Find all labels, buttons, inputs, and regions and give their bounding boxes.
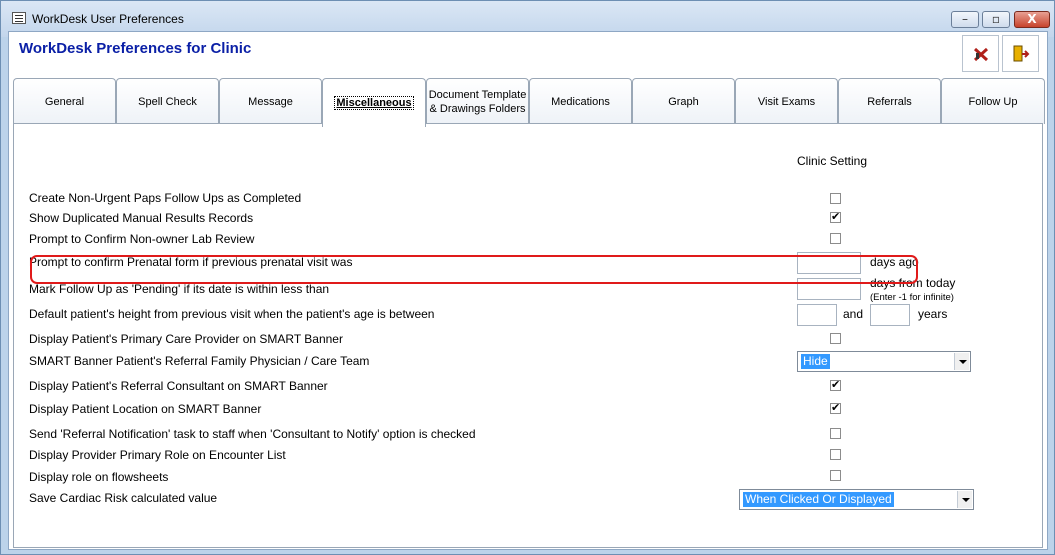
followup-days-field[interactable]: [797, 278, 861, 300]
clinic-setting-header: Clinic Setting: [797, 154, 868, 168]
tab-label: Referrals: [867, 95, 912, 108]
cardiac-risk-dropdown[interactable]: When Clicked Or Displayed: [739, 489, 974, 510]
prenatal-days-field[interactable]: [797, 252, 861, 274]
infinite-hint: (Enter -1 for infinite): [870, 292, 954, 303]
setting-label: Send 'Referral Notification' task to sta…: [29, 427, 476, 441]
chevron-down-icon[interactable]: [954, 353, 969, 370]
discard-button[interactable]: [962, 35, 999, 72]
tab-label: Graph: [668, 95, 699, 108]
setting-label: Save Cardiac Risk calculated value: [29, 491, 218, 505]
preferences-window: WorkDesk User Preferences – ▫ X WorkDesk…: [0, 0, 1055, 555]
tab-general[interactable]: General: [13, 78, 116, 124]
setting-checkbox[interactable]: [830, 470, 841, 481]
days-ago-label: days ago: [870, 255, 919, 269]
setting-label: Display Patient's Referral Consultant on…: [29, 379, 328, 393]
dropdown-value: Hide: [801, 354, 830, 369]
page-title: WorkDesk Preferences for Clinic: [19, 40, 252, 57]
and-label: and: [843, 307, 864, 321]
tab-referrals[interactable]: Referrals: [838, 78, 941, 124]
maximize-button[interactable]: ▫: [982, 11, 1010, 28]
tab-label-line2: & Drawings Folders: [429, 102, 526, 115]
setting-checkbox[interactable]: [830, 233, 841, 244]
setting-checkbox[interactable]: [830, 210, 841, 223]
setting-checkbox[interactable]: [830, 333, 841, 344]
setting-checkbox[interactable]: [830, 449, 841, 460]
setting-label: Display Patient's Primary Care Provider …: [29, 332, 343, 346]
tab-label: Document Template: [428, 88, 527, 101]
tab-strip: General Spell Check Message Miscellaneou…: [13, 78, 1049, 127]
setting-checkbox[interactable]: [830, 428, 841, 439]
setting-label: Create Non-Urgent Paps Follow Ups as Com…: [29, 191, 302, 205]
close-button[interactable]: X: [1014, 11, 1050, 28]
tab-label: Follow Up: [968, 95, 1018, 108]
tab-label: Miscellaneous: [334, 96, 414, 110]
setting-checkbox[interactable]: [830, 401, 841, 414]
discard-icon: [973, 47, 989, 62]
referral-physician-dropdown[interactable]: Hide: [797, 351, 971, 372]
client-area: WorkDesk Preferences for Clinic General …: [8, 31, 1048, 550]
setting-label: SMART Banner Patient's Referral Family P…: [29, 354, 370, 368]
tab-document-template[interactable]: Document Template & Drawings Folders: [426, 78, 529, 124]
save-exit-button[interactable]: [1002, 35, 1039, 72]
tab-graph[interactable]: Graph: [632, 78, 735, 124]
chevron-down-icon[interactable]: [957, 491, 972, 508]
tab-message[interactable]: Message: [219, 78, 322, 124]
tab-spell-check[interactable]: Spell Check: [116, 78, 219, 124]
age-to-field[interactable]: [870, 304, 910, 326]
setting-label: Mark Follow Up as 'Pending' if its date …: [29, 282, 330, 296]
tab-label: General: [44, 95, 85, 108]
exit-door-icon: [1013, 45, 1030, 62]
setting-checkbox[interactable]: [830, 378, 841, 391]
maximize-icon: ▫: [991, 12, 1001, 26]
age-from-field[interactable]: [797, 304, 837, 326]
tab-medications[interactable]: Medications: [529, 78, 632, 124]
setting-label: Display Patient Location on SMART Banner: [29, 402, 262, 416]
setting-label: Display Provider Primary Role on Encount…: [29, 448, 286, 462]
minimize-icon: –: [962, 12, 968, 26]
tab-label: Medications: [551, 95, 610, 108]
setting-checkbox[interactable]: [830, 193, 841, 204]
days-from-today-label: days from today: [870, 276, 956, 290]
years-label: years: [918, 307, 948, 321]
setting-label: Prompt to Confirm Non-owner Lab Review: [29, 232, 255, 246]
dropdown-value: When Clicked Or Displayed: [743, 492, 894, 507]
app-icon: [12, 12, 26, 24]
minimize-button[interactable]: –: [951, 11, 979, 28]
setting-label: Default patient's height from previous v…: [29, 307, 435, 321]
setting-label: Prompt to confirm Prenatal form if previ…: [29, 255, 353, 269]
tab-miscellaneous[interactable]: Miscellaneous: [322, 78, 426, 127]
tab-label: Visit Exams: [757, 95, 816, 108]
window-title: WorkDesk User Preferences: [32, 12, 184, 26]
tab-visit-exams[interactable]: Visit Exams: [735, 78, 838, 124]
close-icon: X: [1027, 12, 1037, 26]
tab-label: Message: [248, 95, 293, 108]
tab-follow-up[interactable]: Follow Up: [941, 78, 1045, 124]
tab-label: Spell Check: [138, 95, 197, 108]
setting-label: Show Duplicated Manual Results Records: [29, 211, 254, 225]
setting-label: Display role on flowsheets: [29, 470, 169, 484]
